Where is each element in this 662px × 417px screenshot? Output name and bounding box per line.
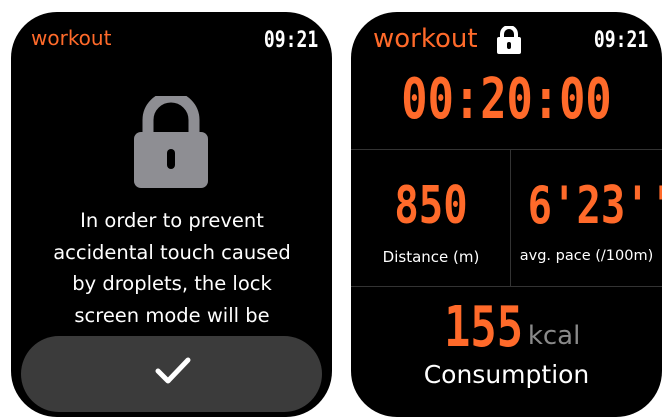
lock-message: In order to prevent accidental touch cau… — [29, 205, 315, 331]
lock-prompt-screen: workout 09:21 In order to prevent accide… — [11, 12, 332, 417]
lock-icon — [134, 96, 208, 188]
clock-time: 09:21 — [593, 28, 648, 53]
distance-label: Distance (m) — [382, 248, 480, 266]
checkmark-icon — [155, 357, 191, 384]
calories-unit: kcal — [527, 321, 581, 351]
workout-stats-screen: workout 09:21 00:20:00 850 Distance (m) … — [351, 12, 662, 417]
confirm-button[interactable] — [21, 336, 322, 412]
pace-label: avg. pace (/100m) — [519, 248, 654, 264]
message-line: In order to prevent — [80, 209, 264, 232]
calories-value: 155 — [443, 295, 523, 360]
elapsed-timer: 00:20:00 — [401, 67, 612, 132]
distance-value: 850 — [394, 176, 468, 236]
calories-label: Consumption — [423, 360, 590, 389]
app-title: workout — [31, 26, 112, 50]
message-line: accidental touch caused — [53, 240, 291, 264]
divider — [351, 149, 662, 150]
clock-time: 09:21 — [263, 28, 318, 53]
message-line: by droplets, the lock — [72, 272, 272, 295]
lock-icon — [497, 26, 521, 54]
app-title: workout — [373, 24, 478, 54]
message-line: screen mode will be — [74, 303, 270, 327]
divider — [351, 286, 662, 287]
pace-value: 6'23'' — [527, 176, 662, 236]
calories-row: 155 kcal — [351, 298, 662, 358]
